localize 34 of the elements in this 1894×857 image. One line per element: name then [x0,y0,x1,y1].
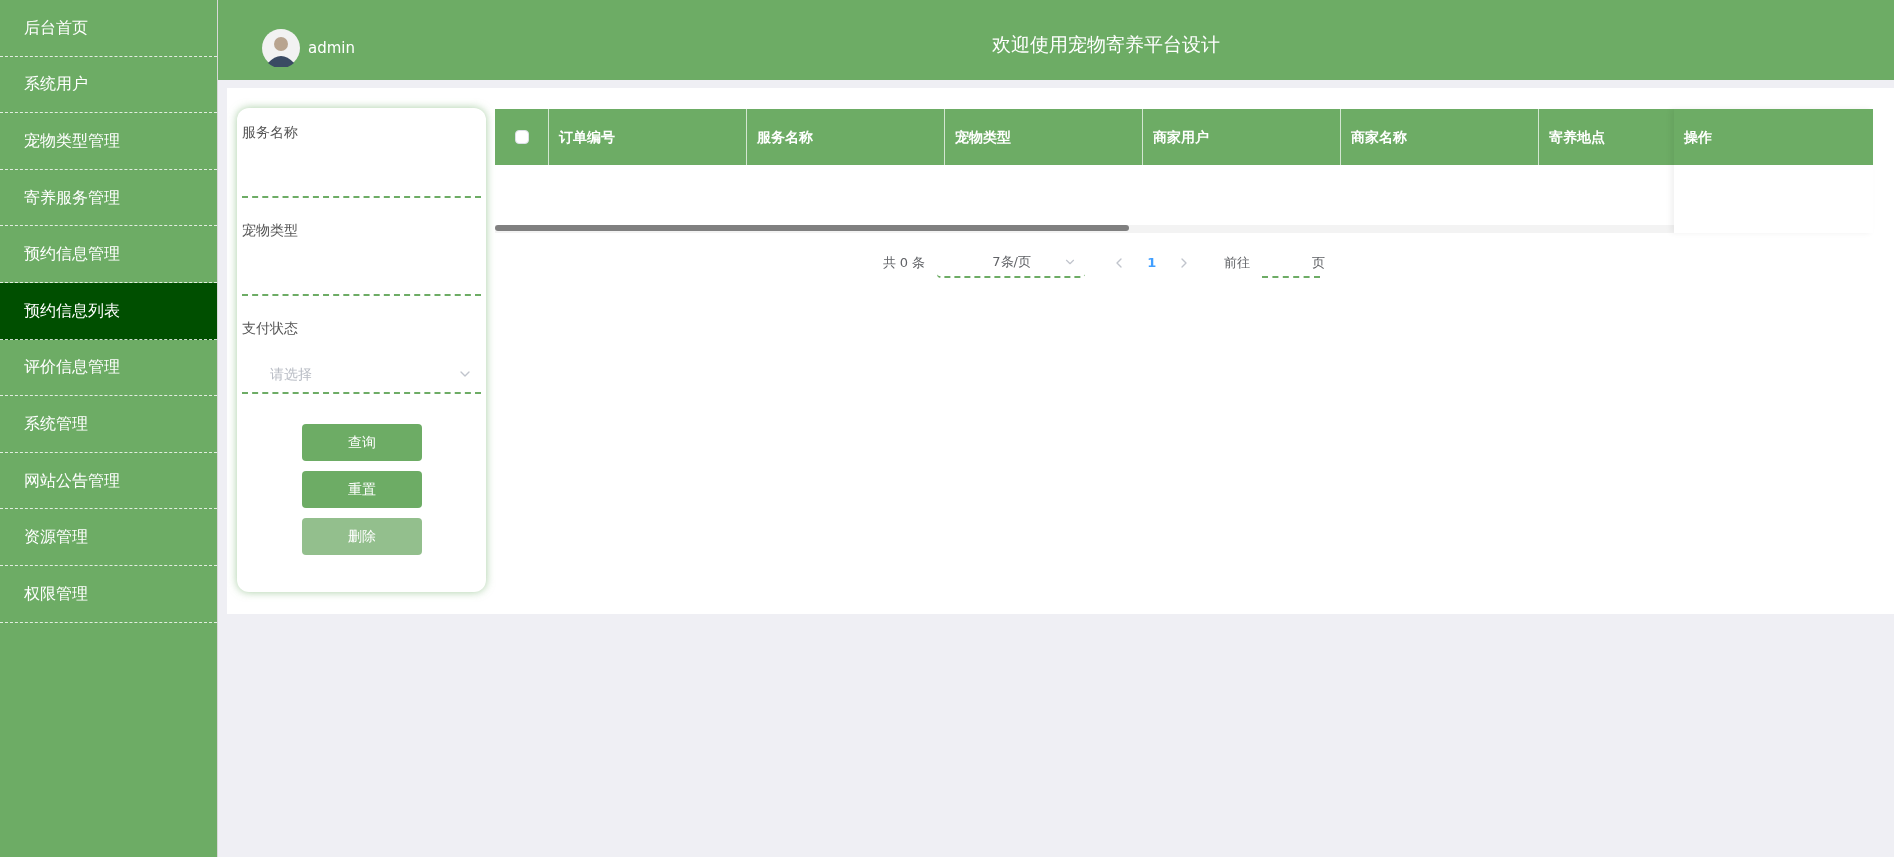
filter-button[interactable]: 重置 [301,471,422,508]
field-label: 支付状态 [242,319,299,338]
page-number[interactable]: 1 [1139,253,1165,273]
sidebar-item[interactable]: 网站公告管理 [0,452,217,510]
sidebar-item[interactable]: 系统管理 [0,396,217,453]
sidebar-item[interactable]: 权限管理 [0,565,217,623]
sidebar-item[interactable]: 寄养服务管理 [0,169,217,227]
column-header: 操作 [1674,109,1873,165]
page-title: 欢迎使用宠物寄养平台设计 [991,32,1220,57]
scrollbar-thumb[interactable] [495,225,1129,231]
column-header: 宠物类型 [945,109,1143,165]
sidebar-item[interactable]: 宠物类型管理 [0,113,217,170]
sidebar-item[interactable]: 系统用户 [0,56,217,114]
column-header: 订单编号 [549,109,747,165]
column-header: 商家名称 [1341,109,1539,165]
user-name: admin [308,37,355,59]
page-suffix: 页 [1312,254,1326,273]
column-header: 服务名称 [747,109,945,165]
sidebar-item[interactable]: 后台首页 [0,0,217,57]
goto-label: 前往 [1224,254,1251,273]
select-field[interactable]: 请选择 [242,356,481,394]
sidebar-item[interactable]: 评价信息管理 [0,339,217,397]
select-all-checkbox[interactable] [514,130,529,144]
filter-button[interactable]: 查询 [301,424,422,461]
field-label: 宠物类型 [242,221,299,240]
sidebar-item[interactable]: 预约信息列表 [0,282,217,340]
field-label: 服务名称 [242,123,299,142]
total-count: 共 0 条 [882,254,926,273]
sidebar-item[interactable]: 预约信息管理 [0,226,217,283]
column-header: 寄养地点 [1548,127,1606,147]
page-size-select[interactable]: 7条/页 [937,248,1086,278]
sidebar-item[interactable]: 资源管理 [0,509,217,566]
avatar-icon [262,29,300,67]
column-header: 商家用户 [1143,109,1341,165]
